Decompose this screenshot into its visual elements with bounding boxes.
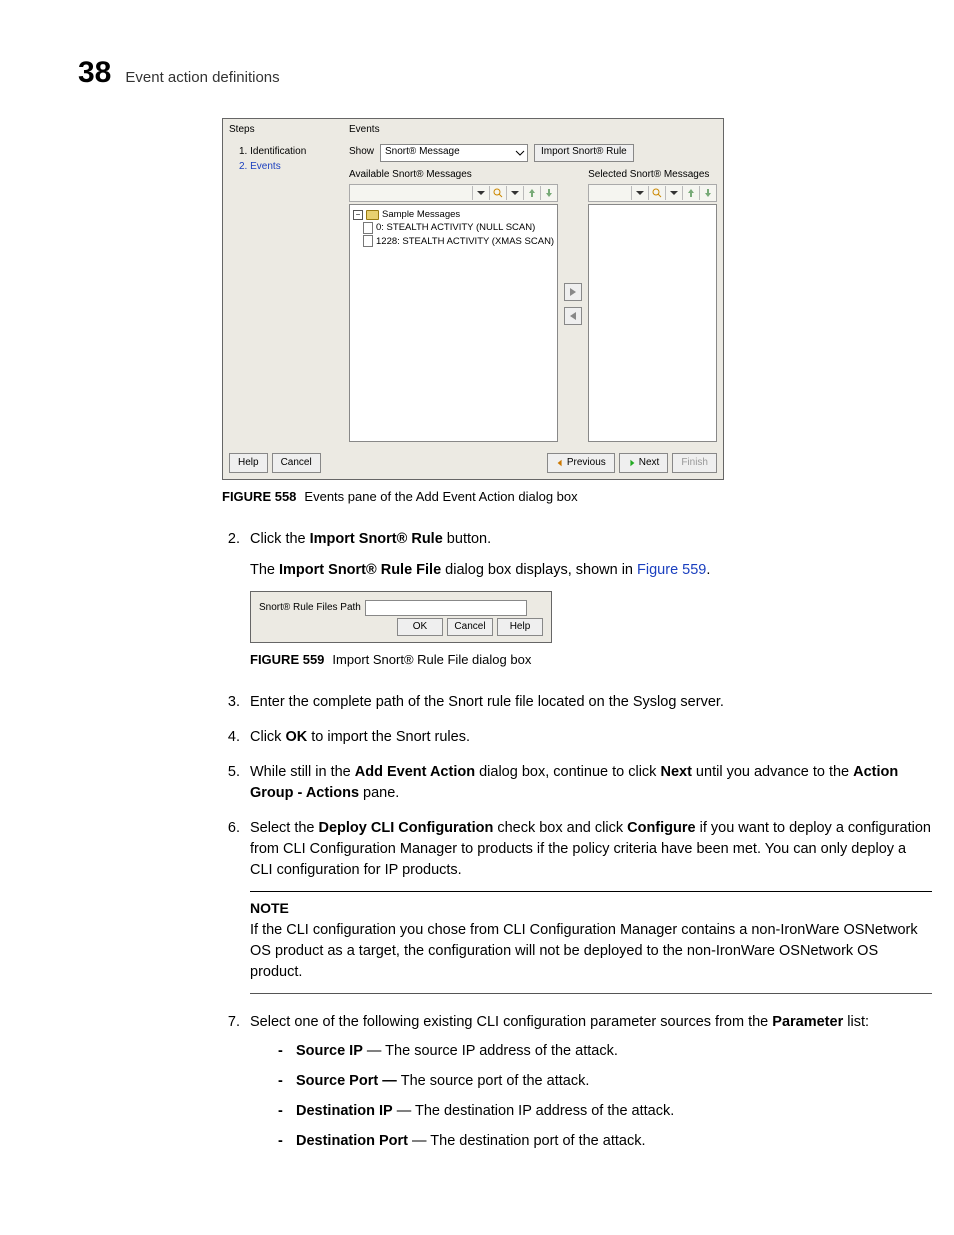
ok-button[interactable]: OK [397, 618, 443, 636]
step-7: Select one of the following existing CLI… [244, 1012, 932, 1152]
selected-list[interactable] [588, 204, 717, 442]
step-identification[interactable]: 1. Identification [229, 144, 339, 159]
import-snort-rule-button[interactable]: Import Snort® Rule [534, 144, 634, 162]
dropdown-icon[interactable] [631, 186, 648, 200]
path-label: Snort® Rule Files Path [259, 601, 361, 616]
events-label: Events [349, 123, 717, 138]
chevron-down-icon [515, 148, 525, 158]
arrow-up-icon[interactable] [682, 186, 699, 200]
arrow-down-icon[interactable] [540, 186, 557, 200]
chapter-number: 38 [78, 56, 111, 90]
dropdown-icon[interactable] [472, 186, 489, 200]
next-button[interactable]: Next [619, 453, 669, 473]
arrow-right-icon [628, 459, 636, 467]
figure-559: Snort® Rule Files Path OK Cancel Help [250, 591, 552, 643]
selected-label: Selected Snort® Messages [588, 168, 717, 183]
file-icon [363, 222, 373, 234]
step-6: Select the Deploy CLI Configuration chec… [244, 818, 932, 994]
search-icon[interactable] [489, 186, 506, 200]
figure-559-caption: FIGURE 559Import Snort® Rule File dialog… [250, 651, 932, 670]
file-icon [363, 235, 373, 247]
arrow-up-icon[interactable] [523, 186, 540, 200]
tree-item[interactable]: 0: STEALTH ACTIVITY (NULL SCAN) [376, 221, 535, 234]
help-button[interactable]: Help [497, 618, 543, 636]
param-source-port: Source Port — The source port of the att… [278, 1071, 932, 1092]
show-combo-value: Snort® Message [385, 145, 460, 160]
note-heading: NOTE [250, 898, 932, 918]
show-label: Show [349, 145, 374, 160]
step-3: Enter the complete path of the Snort rul… [244, 692, 932, 713]
tree-item[interactable]: 1228: STEALTH ACTIVITY (XMAS SCAN) [376, 235, 554, 248]
figure-558: Steps 1. Identification 2. Events Events… [222, 118, 724, 480]
folder-icon [366, 210, 379, 220]
page-header: 38 Event action definitions [78, 56, 876, 90]
move-right-button[interactable] [564, 283, 582, 301]
arrow-left-icon [556, 459, 564, 467]
steps-label: Steps [229, 123, 339, 138]
param-source-ip: Source IP — The source IP address of the… [278, 1041, 932, 1062]
available-list[interactable]: − Sample Messages 0: STEALTH ACTIVITY (NU… [349, 204, 558, 442]
figure-558-caption: FIGURE 558Events pane of the Add Event A… [222, 488, 932, 507]
help-button[interactable]: Help [229, 453, 268, 473]
finish-button: Finish [672, 453, 717, 473]
selected-toolbar [588, 184, 717, 202]
note-body: If the CLI configuration you chose from … [250, 920, 932, 983]
arrow-down-icon[interactable] [699, 186, 716, 200]
note-box: NOTE If the CLI configuration you chose … [250, 891, 932, 994]
available-toolbar [349, 184, 558, 202]
show-combo[interactable]: Snort® Message [380, 144, 528, 162]
chapter-title: Event action definitions [125, 69, 279, 86]
step-5: While still in the Add Event Action dial… [244, 762, 932, 804]
move-left-button[interactable] [564, 307, 582, 325]
path-input[interactable] [365, 600, 527, 616]
collapse-icon[interactable]: − [353, 210, 363, 220]
cancel-button[interactable]: Cancel [447, 618, 493, 636]
param-destination-port: Destination Port — The destination port … [278, 1131, 932, 1152]
cancel-button[interactable]: Cancel [272, 453, 321, 473]
tree-root: Sample Messages [382, 208, 460, 221]
figure-559-link[interactable]: Figure 559 [637, 562, 706, 578]
available-label: Available Snort® Messages [349, 168, 558, 183]
param-destination-ip: Destination IP — The destination IP addr… [278, 1101, 932, 1122]
search-icon[interactable] [648, 186, 665, 200]
step-2: Click the Import Snort® Rule button. The… [244, 529, 932, 670]
dropdown2-icon[interactable] [506, 186, 523, 200]
step-events[interactable]: 2. Events [229, 159, 339, 174]
step-4: Click OK to import the Snort rules. [244, 727, 932, 748]
previous-button[interactable]: Previous [547, 453, 615, 473]
dropdown2-icon[interactable] [665, 186, 682, 200]
